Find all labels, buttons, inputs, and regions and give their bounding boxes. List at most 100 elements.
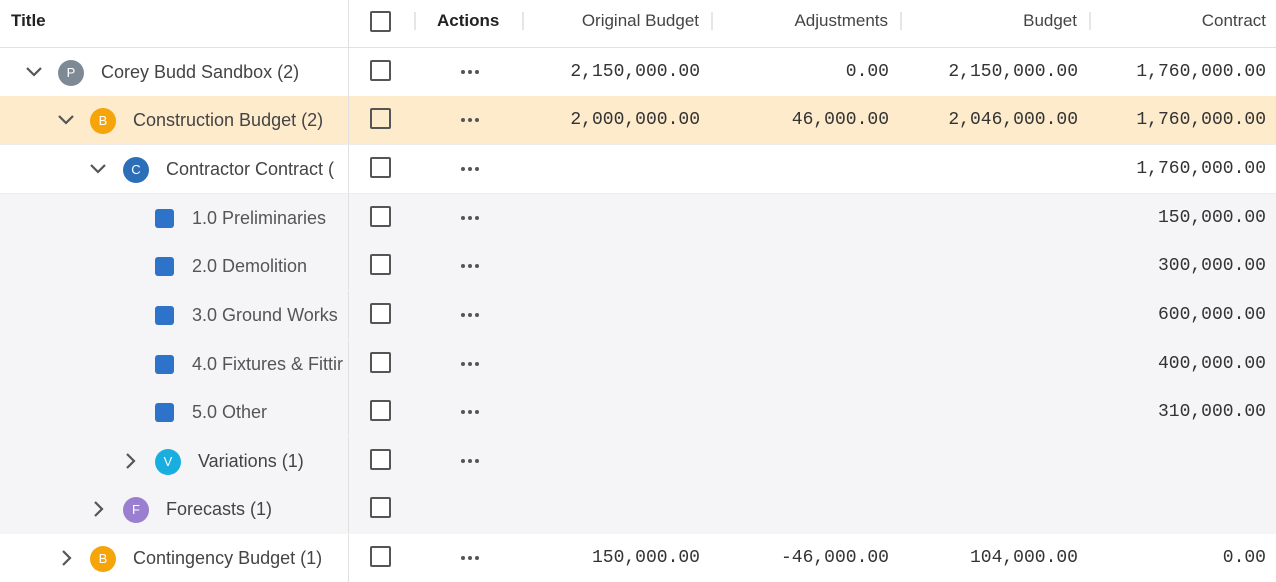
column-header-contract[interactable]: Contract — [1096, 0, 1266, 47]
more-horizontal-icon[interactable] — [458, 534, 482, 582]
chevron-down-icon[interactable] — [56, 96, 76, 144]
line-item-icon — [155, 306, 174, 325]
row-checkbox[interactable] — [370, 254, 391, 275]
grid-header: Title Actions Original Budget Adjustment… — [0, 0, 1276, 48]
more-horizontal-icon[interactable] — [458, 96, 482, 144]
budget-badge: B — [90, 546, 116, 572]
variations-badge: V — [155, 449, 181, 475]
contract-value: 300,000.00 — [1157, 256, 1266, 276]
line-item-icon — [155, 209, 174, 228]
row-title-text: Forecasts (1) — [166, 485, 272, 533]
row-title-text: Corey Budd Sandbox (2) — [101, 48, 299, 96]
row-label: 5.0 Other — [192, 402, 268, 422]
select-all-checkbox[interactable] — [370, 11, 391, 32]
title-cell: 5.0 Other — [0, 388, 349, 436]
row-title-text: Variations (1) — [198, 437, 304, 485]
column-separator[interactable] — [711, 12, 713, 30]
row-count: (1) — [281, 451, 304, 471]
row-label: Contractor Contract ( — [166, 159, 335, 179]
contract-value: 1,760,000.00 — [1136, 110, 1266, 130]
row-count: (1) — [300, 548, 323, 568]
contract-value: 1,760,000.00 — [1136, 62, 1266, 82]
table-row[interactable]: F Forecasts (1) — [0, 485, 1276, 533]
row-checkbox[interactable] — [370, 352, 391, 373]
line-item-icon — [155, 403, 174, 422]
contract-value: 1,760,000.00 — [1136, 159, 1266, 179]
row-label: Variations — [198, 451, 277, 471]
row-checkbox[interactable] — [370, 546, 391, 567]
title-cell: 2.0 Demolition — [0, 242, 349, 290]
list-item[interactable]: 1.0 Preliminaries 150,000.00 — [0, 194, 1276, 242]
budget-value: 2,150,000.00 — [948, 62, 1078, 82]
line-item-icon — [155, 257, 174, 276]
list-item[interactable]: 5.0 Other 310,000.00 — [0, 388, 1276, 436]
row-label: 2.0 Demolition — [192, 256, 308, 276]
more-horizontal-icon[interactable] — [458, 388, 482, 436]
chevron-right-icon[interactable] — [120, 437, 140, 485]
more-horizontal-icon[interactable] — [458, 291, 482, 339]
forecasts-badge: F — [123, 497, 149, 523]
row-checkbox[interactable] — [370, 449, 391, 470]
title-cell: 3.0 Ground Works — [0, 291, 349, 339]
column-separator[interactable] — [900, 12, 902, 30]
contract-value: 310,000.00 — [1157, 402, 1266, 422]
row-checkbox[interactable] — [370, 497, 391, 518]
column-header-original-budget[interactable]: Original Budget — [530, 0, 699, 47]
contract-value: 600,000.00 — [1157, 305, 1266, 325]
title-cell: 1.0 Preliminaries — [0, 194, 349, 242]
row-checkbox[interactable] — [370, 157, 391, 178]
list-item[interactable]: 3.0 Ground Works 600,000.00 — [0, 291, 1276, 339]
column-header-budget[interactable]: Budget — [908, 0, 1077, 47]
row-title-text: Construction Budget (2) — [133, 96, 323, 144]
original-budget-value: 150,000.00 — [591, 548, 700, 568]
more-horizontal-icon[interactable] — [458, 48, 482, 96]
row-label: 4.0 Fixtures & Fittir — [192, 354, 344, 374]
column-header-title[interactable]: Title — [11, 0, 46, 47]
more-horizontal-icon[interactable] — [458, 194, 482, 242]
row-label: Forecasts — [166, 499, 246, 519]
title-cell: B Construction Budget (2) — [0, 96, 349, 144]
row-checkbox[interactable] — [370, 303, 391, 324]
contract-value: 400,000.00 — [1157, 354, 1266, 374]
more-horizontal-icon[interactable] — [458, 437, 482, 485]
chevron-right-icon[interactable] — [88, 485, 108, 533]
title-cell: B Contingency Budget (1) — [0, 534, 349, 582]
chevron-down-icon[interactable] — [88, 145, 108, 193]
adjustments-value: 46,000.00 — [791, 110, 889, 130]
table-row[interactable]: V Variations (1) — [0, 437, 1276, 485]
more-horizontal-icon[interactable] — [458, 340, 482, 388]
original-budget-value: 2,150,000.00 — [570, 62, 700, 82]
chevron-right-icon[interactable] — [56, 534, 76, 582]
original-budget-value: 2,000,000.00 — [570, 110, 700, 130]
row-count: (2) — [277, 62, 300, 82]
column-separator[interactable] — [522, 12, 524, 30]
row-title-text: Contingency Budget (1) — [133, 534, 322, 582]
table-row[interactable]: P Corey Budd Sandbox (2) 2,150,000.00 0.… — [0, 48, 1276, 97]
table-row-selected[interactable]: B Construction Budget (2) 2,000,000.00 4… — [0, 96, 1276, 145]
contract-value: 0.00 — [1222, 548, 1266, 568]
column-header-actions[interactable]: Actions — [437, 0, 499, 47]
chevron-down-icon[interactable] — [24, 48, 44, 96]
row-count: (1) — [250, 499, 273, 519]
project-badge: P — [58, 60, 84, 86]
column-header-adjustments[interactable]: Adjustments — [720, 0, 888, 47]
row-checkbox[interactable] — [370, 400, 391, 421]
column-separator[interactable] — [1089, 12, 1091, 30]
row-label: Corey Budd Sandbox — [101, 62, 273, 82]
row-checkbox[interactable] — [370, 206, 391, 227]
row-label: Contingency Budget — [133, 548, 296, 568]
row-checkbox[interactable] — [370, 60, 391, 81]
list-item[interactable]: 4.0 Fixtures & Fittir 400,000.00 — [0, 340, 1276, 388]
adjustments-value: -46,000.00 — [780, 548, 889, 568]
line-item-icon — [155, 355, 174, 374]
table-row[interactable]: B Contingency Budget (1) 150,000.00 -46,… — [0, 534, 1276, 582]
row-label: 1.0 Preliminaries — [192, 208, 327, 228]
list-item[interactable]: 2.0 Demolition 300,000.00 — [0, 242, 1276, 290]
row-checkbox[interactable] — [370, 108, 391, 129]
row-label: Construction Budget — [133, 110, 297, 130]
more-horizontal-icon[interactable] — [458, 145, 482, 193]
budget-value: 2,046,000.00 — [948, 110, 1078, 130]
more-horizontal-icon[interactable] — [458, 242, 482, 290]
column-separator[interactable] — [414, 12, 416, 30]
table-row[interactable]: C Contractor Contract ( 1,760,000.00 — [0, 145, 1276, 194]
